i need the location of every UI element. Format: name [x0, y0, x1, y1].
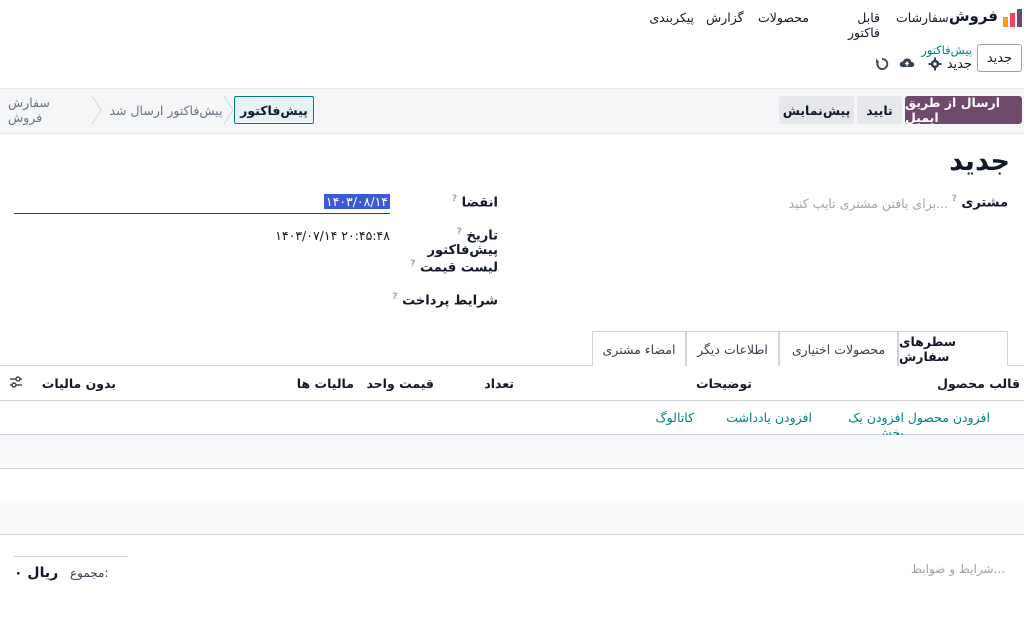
customer-input[interactable]: برای یافتن مشتری تایپ کنید... — [720, 196, 948, 211]
column-description[interactable]: توضیحات — [640, 376, 752, 391]
order-lines-header: قالب محصول توضیحات تعداد قیمت واحد مالیا… — [0, 366, 1024, 401]
expiration-date-value: ۱۴۰۳/۰۸/۱۴ — [323, 194, 390, 209]
send-email-button[interactable]: ارسال از طریق ایمیل — [905, 95, 1022, 125]
add-note-link[interactable]: افزودن یادداشت — [724, 410, 812, 425]
tab-other-info[interactable]: اطلاعات دیگر — [686, 331, 779, 366]
table-row — [0, 435, 1024, 469]
confirm-button[interactable]: تایید — [857, 96, 902, 124]
expiration-date-input[interactable]: ۱۴۰۳/۰۸/۱۴ — [14, 192, 390, 214]
cloud-save-icon[interactable] — [899, 56, 915, 70]
total-value: ریال ۰ — [14, 565, 59, 581]
expiration-label: ? انقضا — [451, 194, 498, 211]
total-divider — [14, 556, 128, 557]
tab-order-lines[interactable]: سطرهای سفارش — [898, 331, 1008, 366]
add-product-link[interactable]: افزودن محصول — [902, 410, 990, 425]
stage-quotation-sent[interactable]: پیش‌فاکتور ارسال شد — [104, 96, 228, 124]
menu-to-invoice[interactable]: قابل فاکتور — [822, 10, 880, 40]
tab-customer-signature[interactable]: امضاء مشتری — [592, 331, 686, 366]
menu-reporting[interactable]: گزارش — [706, 10, 744, 25]
total-label: مجموع: — [70, 566, 109, 580]
quotation-date-label: ? تاریخ پیش‌فاکتور — [427, 227, 498, 259]
notebook-tabs: سطرهای سفارش محصولات اختیاری اطلاعات دیگ… — [592, 331, 1008, 366]
record-title: جدید — [949, 146, 1010, 177]
discard-icon[interactable] — [875, 57, 889, 71]
breadcrumb-parent[interactable]: پیش‌فاکتور — [900, 43, 972, 57]
menu-orders[interactable]: سفارشات — [896, 10, 949, 25]
stage-separator-icon — [91, 96, 102, 124]
optional-columns-icon[interactable] — [9, 375, 23, 389]
gear-icon[interactable] — [928, 57, 942, 71]
column-product-template[interactable]: قالب محصول — [910, 376, 1020, 391]
table-row — [0, 501, 1024, 535]
stage-quotation[interactable]: پیش‌فاکتور — [234, 96, 314, 124]
pricelist-label: ? لیست قیمت — [410, 259, 498, 276]
customer-label: ? مشتری — [951, 194, 1008, 211]
stage-separator-icon — [223, 96, 234, 124]
tab-optional-products[interactable]: محصولات اختیاری — [779, 331, 898, 366]
column-quantity[interactable]: تعداد — [460, 376, 514, 391]
payment-terms-label: ? شرایط پرداخت — [392, 292, 498, 309]
column-tax-excluded[interactable]: بدون مالیات — [40, 376, 116, 391]
menu-configuration[interactable]: پیکربندی — [644, 10, 694, 25]
column-unit-price[interactable]: قیمت واحد — [360, 376, 434, 391]
stage-sales-order[interactable]: سفارش فروش — [8, 95, 88, 125]
catalog-link[interactable]: کاتالوگ — [646, 410, 694, 425]
table-row — [0, 468, 1024, 502]
preview-button[interactable]: پیش‌نمایش — [779, 96, 854, 124]
new-button[interactable]: جدید — [977, 44, 1022, 72]
quotation-date-input[interactable]: ۱۴۰۳/۰۷/۱۴ ۲۰:۴۵:۴۸ — [240, 228, 390, 243]
sales-app-icon[interactable] — [1003, 9, 1023, 27]
terms-conditions-field[interactable]: شرایط و ضوابط... — [760, 562, 1005, 576]
menu-products[interactable]: محصولات — [754, 10, 809, 25]
help-icon[interactable]: ? — [952, 194, 957, 204]
column-taxes[interactable]: مالیات ها — [290, 376, 354, 391]
app-brand[interactable]: فروش — [946, 7, 998, 25]
